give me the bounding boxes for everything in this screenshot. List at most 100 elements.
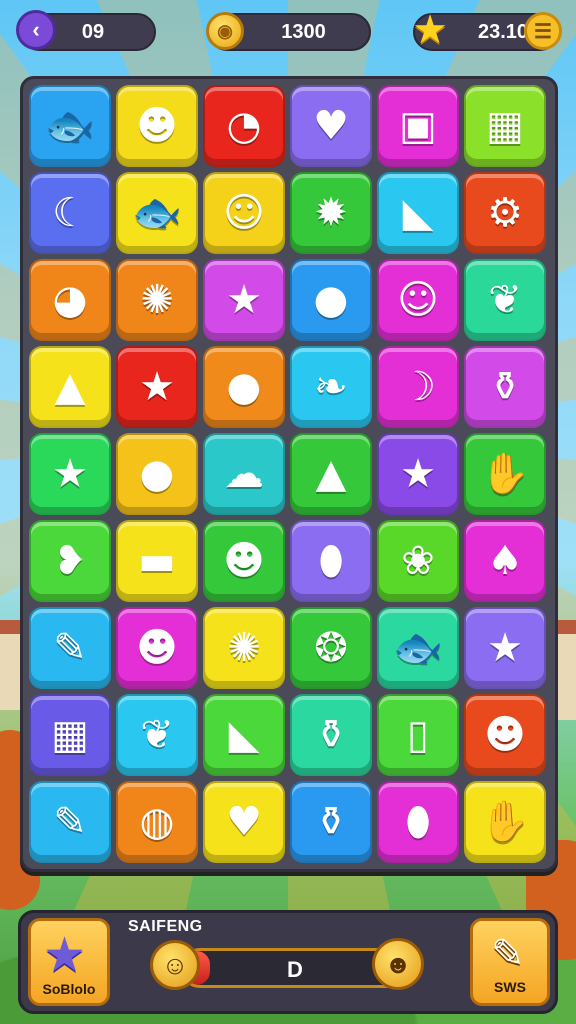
fish-icon: 🐟 <box>132 190 182 236</box>
star-icon: ★ <box>487 625 523 671</box>
tile[interactable]: ✋ <box>464 781 546 863</box>
booster-right-button[interactable]: ✎ SWS <box>470 918 550 1006</box>
smile-creature-icon: ☻ <box>136 103 178 149</box>
tile[interactable]: ⚱ <box>290 694 372 776</box>
grid-icon: ▦ <box>51 712 89 758</box>
bottle-icon: ▲ <box>54 364 86 410</box>
coin-value: 1300 <box>281 20 326 43</box>
progress-title: SAIFENG <box>128 918 203 935</box>
tile[interactable]: ◕ <box>29 259 111 341</box>
tile[interactable]: ❦ <box>464 259 546 341</box>
blob-face-icon: ● <box>226 364 262 410</box>
face-icon: ☺ <box>223 190 265 236</box>
tile[interactable]: ✹ <box>290 172 372 254</box>
tile[interactable]: ★ <box>203 259 285 341</box>
tile[interactable]: ♥ <box>290 85 372 167</box>
back-arrow-icon: ‹ <box>32 17 40 42</box>
back-button[interactable]: ‹ <box>16 10 56 50</box>
tile[interactable]: ● <box>203 346 285 428</box>
gear-icon: ⚙ <box>487 190 523 236</box>
tile[interactable]: ◍ <box>116 781 198 863</box>
hand-icon: ✋ <box>480 451 530 497</box>
tile[interactable]: ☻ <box>116 607 198 689</box>
leaf-icon: ❦ <box>488 277 522 323</box>
tile[interactable]: ◣ <box>203 694 285 776</box>
tile[interactable]: ⚱ <box>290 781 372 863</box>
tile[interactable]: ★ <box>464 607 546 689</box>
hand-icon: ✋ <box>480 799 530 845</box>
crescent-icon: ☾ <box>52 190 88 236</box>
tile[interactable]: ☻ <box>116 85 198 167</box>
tile[interactable]: ♠ <box>464 520 546 602</box>
grid-icon: ▦ <box>486 103 524 149</box>
tile[interactable]: ✎ <box>29 607 111 689</box>
tile[interactable]: ☻ <box>464 694 546 776</box>
tile[interactable]: ▦ <box>29 694 111 776</box>
tile[interactable]: ✎ <box>29 781 111 863</box>
jar-icon: ⚱ <box>314 712 348 758</box>
tile[interactable]: ☻ <box>203 520 285 602</box>
heart-icon: ♥ <box>226 799 262 845</box>
star-icon: ✹ <box>314 190 348 236</box>
tile[interactable]: ⚱ <box>464 346 546 428</box>
tile[interactable]: 🐟 <box>377 607 459 689</box>
tile[interactable]: ▲ <box>290 433 372 515</box>
tile[interactable]: ☁ <box>203 433 285 515</box>
tile[interactable]: ◣ <box>377 172 459 254</box>
bird-icon: ❥ <box>53 538 87 584</box>
tile[interactable]: ❧ <box>290 346 372 428</box>
tile[interactable]: ● <box>116 433 198 515</box>
mascot-icon: ☻ <box>372 938 424 990</box>
jar-icon: ⚱ <box>488 364 522 410</box>
tile[interactable]: ★ <box>29 433 111 515</box>
tile[interactable]: ▯ <box>377 694 459 776</box>
capsule-icon: ▬ <box>138 538 176 584</box>
tile[interactable]: ✺ <box>116 259 198 341</box>
bird-icon: ◕ <box>52 277 88 323</box>
sprout-icon: ❀ <box>401 538 435 584</box>
tile[interactable]: ❂ <box>290 607 372 689</box>
star-icon: ★ <box>226 277 262 323</box>
tile[interactable]: ▣ <box>377 85 459 167</box>
tile[interactable]: ❥ <box>29 520 111 602</box>
moon-icon: ☽ <box>400 364 436 410</box>
tile[interactable]: ☾ <box>29 172 111 254</box>
tile[interactable]: ❀ <box>377 520 459 602</box>
tile[interactable]: ★ <box>116 346 198 428</box>
tile[interactable]: ● <box>290 259 372 341</box>
tile[interactable]: ◔ <box>203 85 285 167</box>
tile[interactable]: 🐟 <box>29 85 111 167</box>
menu-button[interactable]: ☰ <box>524 12 562 50</box>
star-value: 23.10 <box>477 20 529 43</box>
tile[interactable]: ▬ <box>116 520 198 602</box>
flag-icon: ◣ <box>402 190 434 236</box>
game-board: 🐟 ☻ ◔ ♥ ▣ ▦ ☾ 🐟 ☺ ✹ ◣ ⚙ ◕ ✺ ★ ● ☺ ❦ ▲ ★ ● ❧ ☽ ⚱ ★ ● ☁ ▲ ★ ✋ ❥ ▬ ☻ ⬮ ❀ ♠ ✎ ☻ ✺ ❂… <box>20 76 558 872</box>
booster-right-label: SWS <box>494 979 526 995</box>
tulip-icon: ♠ <box>487 538 523 584</box>
tile[interactable]: 🐟 <box>116 172 198 254</box>
tile[interactable]: ⚙ <box>464 172 546 254</box>
gear-icon: ✺ <box>140 277 174 323</box>
blob-icon: ● <box>313 277 349 323</box>
tile[interactable]: ✺ <box>203 607 285 689</box>
tile[interactable]: ★ <box>377 433 459 515</box>
tile[interactable]: ☽ <box>377 346 459 428</box>
tile[interactable]: ▲ <box>29 346 111 428</box>
tile[interactable]: ⬮ <box>377 781 459 863</box>
tile[interactable]: ⬮ <box>290 520 372 602</box>
tile[interactable]: ❦ <box>116 694 198 776</box>
tile[interactable]: ☺ <box>377 259 459 341</box>
star-booster-icon: ★ <box>43 929 87 982</box>
smiley-icon: ☺ <box>397 277 439 323</box>
coin-icon: ◉ <box>206 12 244 50</box>
tile[interactable]: ☺ <box>203 172 285 254</box>
triangle-icon: ◣ <box>228 712 260 758</box>
star-icon: ★ <box>139 364 175 410</box>
tile[interactable]: ♥ <box>203 781 285 863</box>
horn-icon: ✎ <box>53 799 87 845</box>
drop-icon: ⬮ <box>405 799 431 845</box>
tile[interactable]: ▦ <box>464 85 546 167</box>
booster-left-button[interactable]: ★ SoBlolo <box>28 918 110 1006</box>
pencil-booster-icon: ✎ <box>491 932 525 976</box>
tile[interactable]: ✋ <box>464 433 546 515</box>
